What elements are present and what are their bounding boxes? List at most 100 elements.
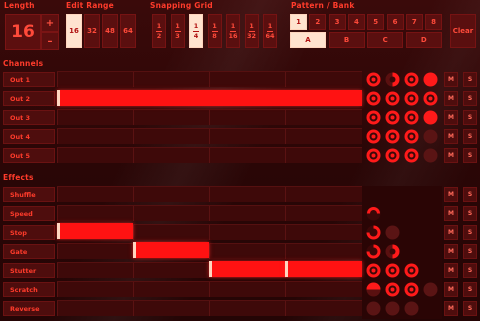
effect-knob-icon[interactable] (366, 301, 381, 316)
pattern-button-8[interactable]: 8 (425, 14, 443, 30)
length-decrease-button[interactable]: – (41, 32, 59, 50)
channel-out-5-track[interactable] (57, 147, 362, 163)
channel-out-1-track[interactable] (57, 71, 362, 87)
channel-out-5-solo-button[interactable]: S (463, 148, 477, 163)
pattern-button-3[interactable]: 3 (328, 14, 346, 30)
channel-out-4-mute-button[interactable]: M (444, 129, 458, 144)
bank-button-A[interactable]: A (290, 32, 326, 48)
effect-speed-solo-button[interactable]: S (463, 206, 477, 221)
effect-gate-track[interactable] (57, 243, 362, 259)
effect-knob-icon[interactable] (404, 263, 419, 278)
channel-knob-icon[interactable] (423, 72, 438, 87)
channel-knob-icon[interactable] (385, 72, 400, 87)
pattern-button-5[interactable]: 5 (367, 14, 385, 30)
channel-knob-icon[interactable] (423, 148, 438, 163)
channel-knob-icon[interactable] (423, 129, 438, 144)
pattern-button-4[interactable]: 4 (347, 14, 365, 30)
channel-knob-icon[interactable] (404, 91, 419, 106)
channel-knob-icon[interactable] (366, 72, 381, 87)
channel-knob-icon[interactable] (404, 72, 419, 87)
edit-range-button-32[interactable]: 32 (84, 14, 100, 48)
stop-segment[interactable] (57, 223, 133, 239)
effect-shuffle-track[interactable] (57, 186, 362, 202)
channel-knob-icon[interactable] (423, 110, 438, 125)
effect-knob-icon[interactable] (385, 301, 400, 316)
gate-segment[interactable] (133, 242, 209, 258)
channel-knob-icon[interactable] (366, 129, 381, 144)
snap-button-1-64[interactable]: 1 64 (263, 14, 277, 48)
channel-out-3-track[interactable] (57, 109, 362, 125)
snap-button-1-8[interactable]: 18 (207, 14, 222, 48)
channel-knob-icon[interactable] (366, 110, 381, 125)
effect-reverse-solo-button[interactable]: S (463, 301, 477, 316)
snap-button-1-4[interactable]: 14 (189, 14, 203, 48)
channel-out-2-solo-button[interactable]: S (463, 91, 477, 106)
out-2-segment[interactable] (57, 90, 362, 106)
channel-out-4-track[interactable] (57, 128, 362, 144)
effect-gate-solo-button[interactable]: S (463, 244, 477, 259)
channel-knob-icon[interactable] (366, 148, 381, 163)
effect-scratch-solo-button[interactable]: S (463, 282, 477, 297)
effect-stutter-mute-button[interactable]: M (444, 263, 458, 278)
effect-knob-icon[interactable] (385, 282, 400, 297)
channel-knob-icon[interactable] (385, 110, 400, 125)
snap-button-1-16[interactable]: 1 16 (226, 14, 240, 48)
effect-scratch-mute-button[interactable]: M (444, 282, 458, 297)
channel-knob-icon[interactable] (385, 148, 400, 163)
effect-reverse-mute-button[interactable]: M (444, 301, 458, 316)
stutter-segment-2[interactable] (285, 261, 362, 277)
edit-range-button-16[interactable]: 16 (66, 14, 82, 48)
channel-out-1-solo-button[interactable]: S (463, 72, 477, 87)
effect-shuffle-solo-button[interactable]: S (463, 187, 477, 202)
effect-knob-icon[interactable] (385, 244, 400, 259)
effect-shuffle-mute-button[interactable]: M (444, 187, 458, 202)
channel-knob-icon[interactable] (404, 129, 419, 144)
effect-knob-icon[interactable] (366, 263, 381, 278)
length-increase-button[interactable]: + (41, 14, 59, 32)
effect-knob-icon[interactable] (385, 225, 400, 240)
channel-out-4-solo-button[interactable]: S (463, 129, 477, 144)
effect-knob-icon[interactable] (366, 282, 381, 297)
effect-speed-mute-button[interactable]: M (444, 206, 458, 221)
effect-knob-icon[interactable] (404, 301, 419, 316)
pattern-button-7[interactable]: 7 (405, 14, 423, 30)
channel-out-3-mute-button[interactable]: M (444, 110, 458, 125)
bank-button-D[interactable]: D (405, 32, 442, 48)
effect-knob-icon[interactable] (366, 244, 381, 259)
channel-out-2-mute-button[interactable]: M (444, 91, 458, 106)
effect-reverse-track[interactable] (57, 300, 362, 316)
channel-knob-icon[interactable] (385, 91, 400, 106)
effect-stop-solo-button[interactable]: S (463, 225, 477, 240)
effect-stutter-solo-button[interactable]: S (463, 263, 477, 278)
bank-button-B[interactable]: B (328, 32, 365, 48)
clear-button[interactable]: Clear (450, 14, 476, 48)
pattern-button-6[interactable]: 6 (386, 14, 404, 30)
edit-range-button-48[interactable]: 48 (102, 14, 118, 48)
effect-knob-icon[interactable] (404, 282, 419, 297)
channel-out-5-mute-button[interactable]: M (444, 148, 458, 163)
channel-knob-icon[interactable] (404, 110, 419, 125)
channel-out-1-mute-button[interactable]: M (444, 72, 458, 87)
channel-knob-icon[interactable] (385, 129, 400, 144)
effect-knob-icon[interactable] (423, 282, 438, 297)
effect-speed-track[interactable] (57, 205, 362, 221)
stutter-segment-1[interactable] (209, 261, 285, 277)
segment-start-marker (209, 261, 212, 277)
pattern-button-1[interactable]: 1 (290, 14, 307, 30)
channel-knob-icon[interactable] (404, 148, 419, 163)
snap-button-1-2[interactable]: 12 (152, 14, 166, 48)
snap-button-1-3[interactable]: 13 (170, 14, 185, 48)
pattern-button-2[interactable]: 2 (309, 14, 327, 30)
edit-range-button-64[interactable]: 64 (120, 14, 136, 48)
bank-button-C[interactable]: C (367, 32, 404, 48)
snap-button-1-32[interactable]: 1 32 (244, 14, 259, 48)
channel-knob-icon[interactable] (366, 91, 381, 106)
effect-knob-icon[interactable] (385, 263, 400, 278)
effect-scratch-track[interactable] (57, 281, 362, 297)
effect-knob-icon[interactable] (366, 225, 381, 240)
effect-stop-mute-button[interactable]: M (444, 225, 458, 240)
effect-gate-mute-button[interactable]: M (444, 244, 458, 259)
channel-knob-icon[interactable] (423, 91, 438, 106)
channel-out-3-solo-button[interactable]: S (463, 110, 477, 125)
effect-knob-icon[interactable] (366, 206, 381, 221)
